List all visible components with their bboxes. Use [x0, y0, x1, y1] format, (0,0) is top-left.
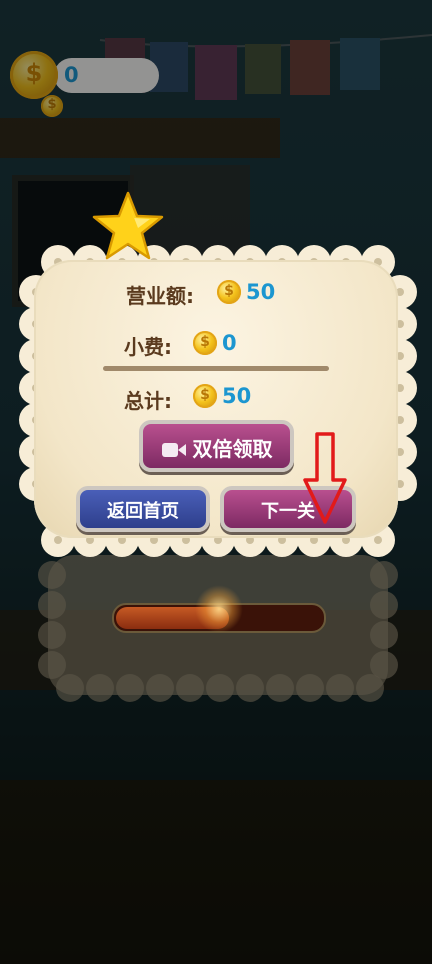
- revenue-value: 50: [246, 280, 276, 304]
- panel-scallop: [116, 674, 144, 702]
- home-button[interactable]: 返回首页: [76, 486, 210, 532]
- panel-scallop: [370, 561, 398, 589]
- panel-scallop: [38, 561, 66, 589]
- panel-scallop: [56, 674, 84, 702]
- divider: [103, 366, 329, 371]
- sparkle-effect: [195, 585, 243, 633]
- panel-scallop: [176, 674, 204, 702]
- panel-scallop: [236, 674, 264, 702]
- coin-icon: $: [217, 280, 241, 304]
- total-value: 50: [222, 384, 252, 408]
- double-reward-button[interactable]: 双倍领取: [139, 420, 294, 472]
- double-reward-label: 双倍领取: [192, 437, 273, 461]
- panel-scallop: [326, 674, 354, 702]
- panel-scallop: [370, 651, 398, 679]
- panel-scallop: [206, 674, 234, 702]
- coin-icon: $: [193, 384, 217, 408]
- panel-scallop: [370, 621, 398, 649]
- panel-scallop: [370, 591, 398, 619]
- star-icon: [92, 191, 164, 260]
- panel-scallop: [38, 621, 66, 649]
- panel-scallop: [38, 591, 66, 619]
- total-label: 总计:: [124, 389, 172, 413]
- revenue-label: 营业额:: [126, 284, 194, 308]
- panel-scallop: [146, 674, 174, 702]
- tip-label: 小费:: [124, 335, 172, 359]
- arrow-down-icon: [303, 432, 347, 524]
- video-camera-icon: [161, 443, 186, 457]
- panel-scallop: [266, 674, 294, 702]
- coin-icon: $: [193, 331, 217, 355]
- home-button-label: 返回首页: [107, 501, 179, 522]
- tip-value: 0: [222, 331, 237, 355]
- panel-scallop: [86, 674, 114, 702]
- panel-scallop: [38, 651, 66, 679]
- panel-scallop: [296, 674, 324, 702]
